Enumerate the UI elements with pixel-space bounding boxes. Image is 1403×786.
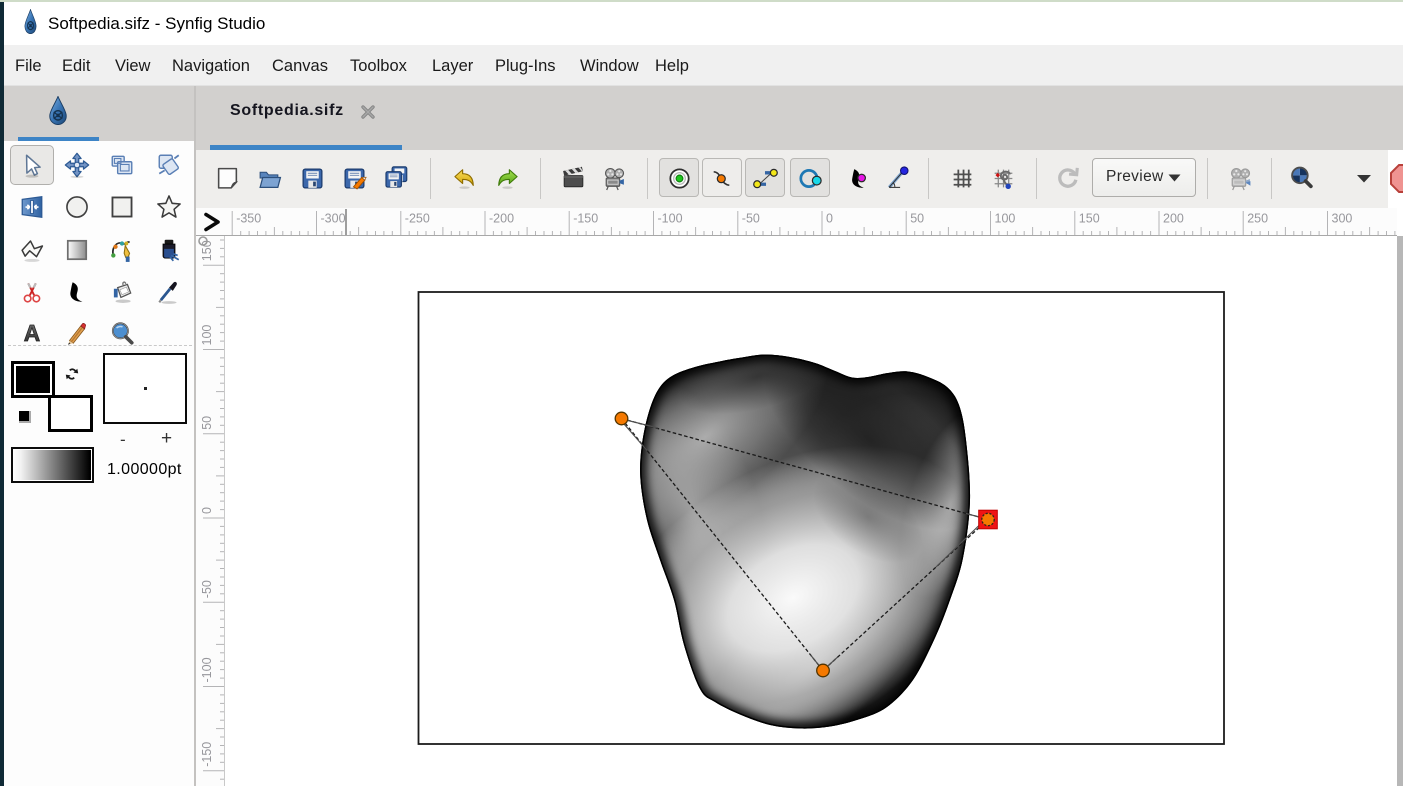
svg-text:100: 100: [200, 325, 214, 346]
svg-text:-200: -200: [489, 212, 514, 226]
svg-text:50: 50: [910, 212, 924, 226]
svg-text:300: 300: [1332, 212, 1353, 226]
svg-text:100: 100: [995, 212, 1016, 226]
svg-text:50: 50: [200, 416, 214, 430]
svg-text:150: 150: [1079, 212, 1100, 226]
svg-text:0: 0: [200, 507, 214, 514]
svg-text:-50: -50: [742, 212, 760, 226]
svg-text:-150: -150: [573, 212, 598, 226]
svg-text:-300: -300: [321, 212, 346, 226]
svg-text:-100: -100: [200, 657, 214, 682]
svg-text:-100: -100: [658, 212, 683, 226]
svg-text:-50: -50: [200, 580, 214, 598]
svg-text:200: 200: [1163, 212, 1184, 226]
svg-text:-350: -350: [236, 212, 261, 226]
svg-text:-250: -250: [405, 212, 430, 226]
svg-text:-150: -150: [200, 742, 214, 767]
svg-text:0: 0: [826, 212, 833, 226]
svg-text:250: 250: [1247, 212, 1268, 226]
